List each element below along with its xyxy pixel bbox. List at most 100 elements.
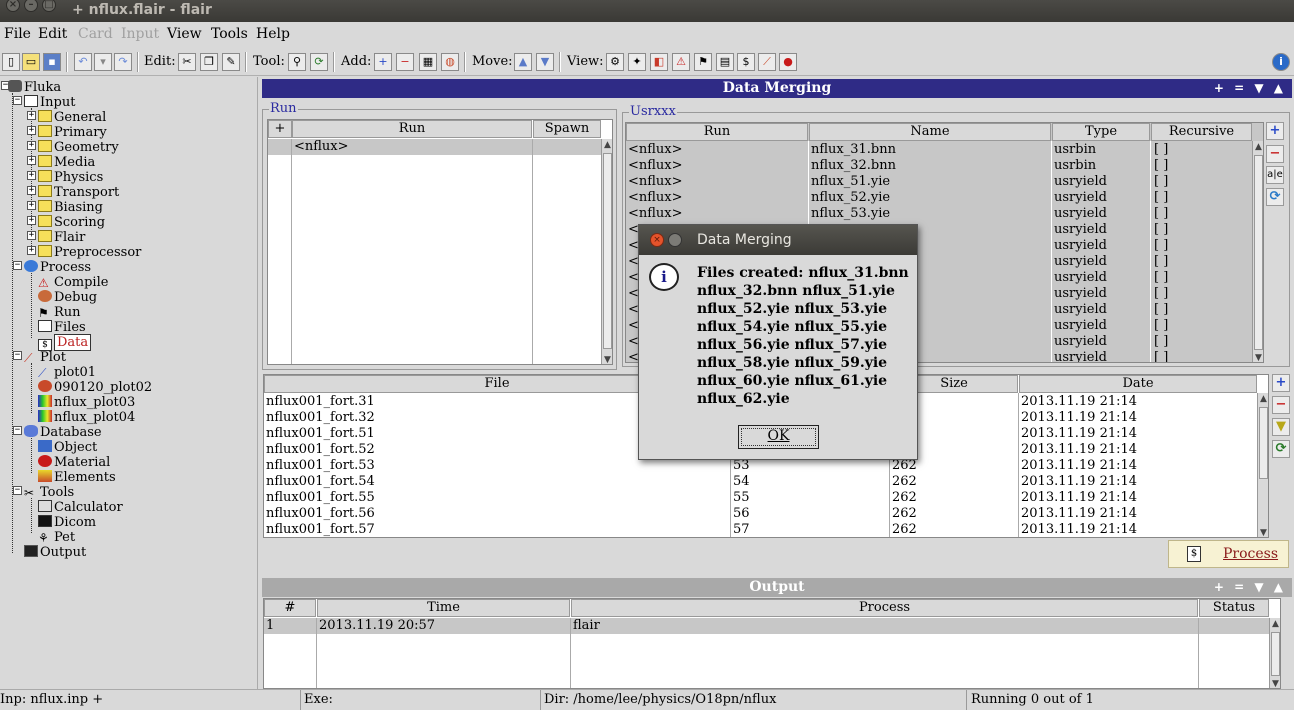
file-cell-date[interactable]: 2013.11.19 21:14 [1021,458,1137,474]
menu-edit[interactable]: Edit [38,26,67,42]
usrxxx-run-column-header[interactable]: Run [626,123,808,141]
usrxxx-cell-type[interactable]: usrbin [1054,158,1096,174]
tree-item-plot01[interactable]: ⟋ plot01 [38,365,96,380]
usrxxx-cell-rec[interactable]: [ ] [1154,174,1168,190]
file-row[interactable]: nflux001_fort.56 56 262 2013.11.19 21:14 [264,506,1257,522]
usrxxx-type-column-header[interactable]: Type [1052,123,1150,141]
file-cell-size[interactable]: 262 [892,506,917,522]
run-row-run[interactable]: <nflux> [294,139,349,155]
usrxxx-cell-run[interactable]: <nflux> [628,190,683,206]
usrxxx-cell-rec[interactable]: [ ] [1154,318,1168,334]
tree-item-primary[interactable]: Primary [38,125,107,140]
refresh-icon[interactable]: ⟳ [310,53,328,71]
tree-item-plot[interactable]: ⟋ Plot [24,350,66,365]
file-cell-date[interactable]: 2013.11.19 21:14 [1021,426,1137,442]
usrxxx-refresh-icon[interactable]: ⟳ [1266,188,1284,206]
usrxxx-cell-type[interactable]: usryield [1054,190,1107,206]
window-minimize-icon[interactable]: – [24,0,38,12]
usrxxx-row[interactable]: <nflux> nflux_53.yie usryield [ ] [626,206,1252,222]
file-cell-file[interactable]: nflux001_fort.54 [266,474,375,490]
file-cell-date[interactable]: 2013.11.19 21:14 [1021,410,1137,426]
info-icon[interactable]: i [1272,53,1290,71]
tree-item-process[interactable]: Process [24,260,91,275]
tree-item-debug[interactable]: Debug [38,290,97,305]
usrxxx-cell-run[interactable]: <nflux> [628,142,683,158]
output-table[interactable]: # Time Process Status 1 2013.11.19 20:57… [263,598,1281,689]
file-cell-size[interactable]: 262 [892,490,917,506]
open-folder-icon[interactable]: ▭ [22,53,40,71]
file-cell-file[interactable]: nflux001_fort.56 [266,506,375,522]
file-cell-date[interactable]: 2013.11.19 21:14 [1021,506,1137,522]
usrxxx-cell-type[interactable]: usryield [1054,206,1107,222]
usrxxx-cell-rec[interactable]: [ ] [1154,334,1168,350]
run-list[interactable]: + Run Spawn <nflux> ▲ ▼ [267,119,613,365]
file-cell-file[interactable]: nflux001_fort.53 [266,458,375,474]
usrxxx-row[interactable]: <nflux> nflux_32.bnn usrbin [ ] [626,158,1252,174]
output-row-time[interactable]: 2013.11.19 20:57 [319,618,435,634]
material-add-icon[interactable]: ◍ [441,53,459,71]
output-controls[interactable]: + = ▼ ▲ [1214,578,1286,597]
usrxxx-cell-type[interactable]: usryield [1054,238,1107,254]
file-row[interactable]: nflux001_fort.55 55 262 2013.11.19 21:14 [264,490,1257,506]
tree-item-general[interactable]: General [38,110,106,125]
usrxxx-cell-type[interactable]: usrbin [1054,142,1096,158]
usrxxx-cell-type[interactable]: usryield [1054,302,1107,318]
usrxxx-cell-rec[interactable]: [ ] [1154,142,1168,158]
view-compile-icon[interactable]: ⚠ [672,53,690,71]
clone-icon[interactable]: ▦ [419,53,437,71]
usrxxx-cell-rec[interactable]: [ ] [1154,206,1168,222]
save-icon[interactable]: ▪ [43,53,61,71]
usrxxx-scrollbar[interactable]: ▲ ▼ [1252,141,1263,362]
redo-icon[interactable]: ↷ [114,53,132,71]
ok-button[interactable]: OK [738,425,819,449]
undo-list-icon[interactable]: ▾ [94,53,112,71]
tree-item-media[interactable]: Media [38,155,95,170]
usrxxx-cell-name[interactable]: nflux_32.bnn [811,158,896,174]
usrxxx-rename-icon[interactable]: a|e [1266,166,1284,184]
usrxxx-recursive-column-header[interactable]: Recursive [1151,123,1252,141]
tree-item-flair[interactable]: Flair [38,230,85,245]
usrxxx-cell-rec[interactable]: [ ] [1154,350,1168,362]
menu-file[interactable]: File [4,26,31,42]
view-input-icon[interactable]: ✦ [628,53,646,71]
tree-item-geometry[interactable]: Geometry [38,140,119,155]
date-column-header[interactable]: Date [1019,375,1257,393]
output-status-column-header[interactable]: Status [1199,599,1269,617]
tree-item-fluka[interactable]: Fluka [8,80,61,95]
usrxxx-cell-type[interactable]: usryield [1054,270,1107,286]
move-up-icon[interactable]: ▲ [514,53,532,71]
tree-item-biasing[interactable]: Biasing [38,200,103,215]
output-row-process[interactable]: flair [573,618,600,634]
usrxxx-cell-name[interactable]: nflux_51.yie [811,174,890,190]
usrxxx-cell-rec[interactable]: [ ] [1154,190,1168,206]
file-cell-unit[interactable]: 57 [733,522,750,537]
process-button[interactable]: $ Process [1168,540,1289,568]
usrxxx-cell-rec[interactable]: [ ] [1154,270,1168,286]
file-cell-date[interactable]: 2013.11.19 21:14 [1021,490,1137,506]
output-process-column-header[interactable]: Process [571,599,1198,617]
file-cell-file[interactable]: nflux001_fort.57 [266,522,375,537]
usrxxx-cell-run[interactable]: <nflux> [628,174,683,190]
files-scrollbar[interactable]: ▲ ▼ [1257,393,1268,537]
file-cell-date[interactable]: 2013.11.19 21:14 [1021,522,1137,537]
usrxxx-cell-rec[interactable]: [ ] [1154,238,1168,254]
file-cell-size[interactable]: 262 [892,474,917,490]
tree-item-transport[interactable]: Transport [38,185,119,200]
copy-icon[interactable]: ❐ [200,53,218,71]
window-close-icon[interactable]: × [6,0,20,12]
usrxxx-name-column-header[interactable]: Name [809,123,1051,141]
usrxxx-cell-rec[interactable]: [ ] [1154,254,1168,270]
file-cell-date[interactable]: 2013.11.19 21:14 [1021,394,1137,410]
file-cell-unit[interactable]: 53 [733,458,750,474]
panel-controls[interactable]: + = ▼ ▲ [1214,79,1286,98]
file-cell-unit[interactable]: 55 [733,490,750,506]
file-cell-unit[interactable]: 56 [733,506,750,522]
file-row[interactable]: nflux001_fort.54 54 262 2013.11.19 21:14 [264,474,1257,490]
files-add-button[interactable]: + [1272,374,1290,392]
file-cell-date[interactable]: 2013.11.19 21:14 [1021,442,1137,458]
find-icon[interactable]: ⚲ [288,53,306,71]
usrxxx-cell-type[interactable]: usryield [1054,254,1107,270]
window-maximize-icon[interactable]: □ [42,0,56,12]
tree-item-pet[interactable]: ⚘ Pet [38,530,75,545]
tree-item-run[interactable]: ⚑ Run [38,305,81,320]
